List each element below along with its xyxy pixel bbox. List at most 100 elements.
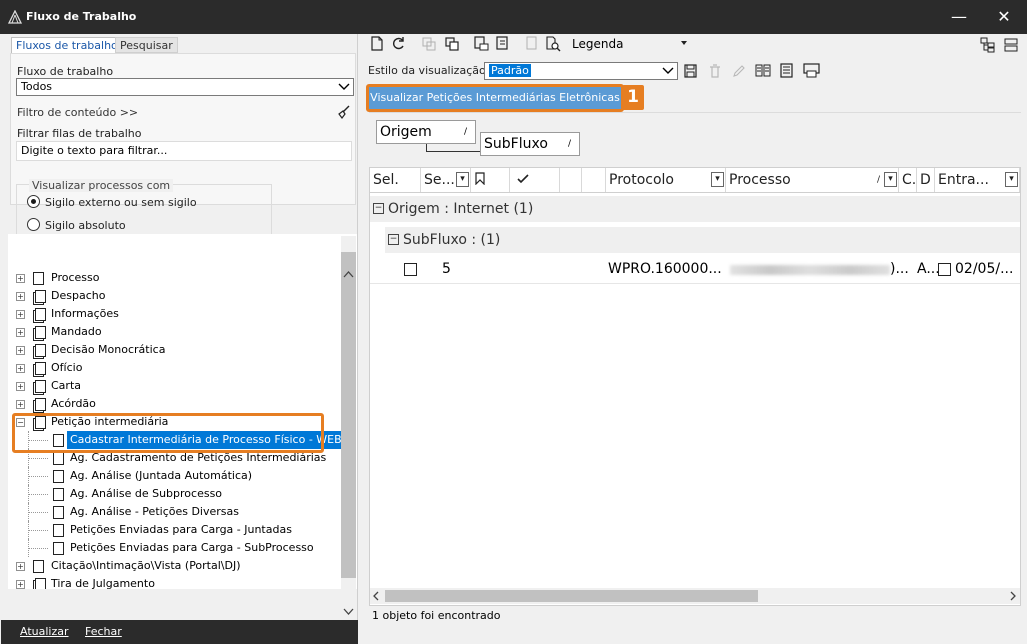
group-row-origem[interactable]: − Origem : Internet (1) (370, 196, 1020, 222)
list-icon[interactable] (780, 63, 793, 78)
tree-item[interactable]: + Acórdão (8, 395, 341, 413)
grid-hscrollbar-thumb[interactable] (385, 590, 758, 602)
scroll-up-icon[interactable] (343, 270, 354, 279)
document-lock-icon[interactable] (474, 36, 489, 51)
queue-document-icon (53, 506, 64, 519)
document-stack-icon (35, 344, 46, 357)
new-document-icon[interactable] (370, 36, 384, 51)
tree-item[interactable]: + Despacho (8, 287, 341, 305)
col-check[interactable] (510, 168, 560, 192)
content-filter-link[interactable]: Filtro de conteúdo >> (17, 106, 138, 119)
row-seq: 5 (442, 261, 451, 277)
radio-absolute-label: Sigilo absoluto (45, 219, 126, 232)
broom-icon[interactable] (337, 105, 351, 119)
close-button[interactable]: Fechar (85, 625, 122, 638)
tab-fluxos[interactable]: Fluxos de trabalho (11, 37, 123, 53)
view-style-select[interactable]: Padrão (484, 62, 678, 80)
workflow-value: Todos (21, 80, 53, 93)
tree-child-item[interactable]: Ag. Análise - Petições Diversas (8, 503, 341, 521)
tree-item[interactable]: + Ofício (8, 359, 341, 377)
tree-item-label: Despacho (51, 289, 106, 302)
expand-node-icon[interactable]: + (16, 382, 25, 391)
row-d-checkbox[interactable] (938, 263, 951, 276)
radio-absolute-sigilo[interactable] (27, 218, 40, 231)
collapse-grid-icon[interactable] (1004, 38, 1018, 52)
filter-dropdown-icon[interactable]: ▾ (884, 172, 897, 187)
col-processo-label: Processo (729, 172, 791, 188)
table-row[interactable]: 5 WPRO.160000... )... A... 02/05/... (370, 256, 1020, 284)
expand-node-icon[interactable]: + (16, 580, 25, 589)
checkmark-icon (517, 174, 529, 184)
expand-node-icon[interactable]: + (16, 562, 25, 571)
group-row-subfluxo[interactable]: − SubFluxo : (1) (385, 227, 1020, 253)
group-origem-chip[interactable]: Origem / (376, 120, 476, 144)
legend-dropdown-icon[interactable] (680, 40, 688, 46)
tree-child-item[interactable]: Ag. Análise de Subprocesso (8, 485, 341, 503)
tree-item[interactable]: + Carta (8, 377, 341, 395)
col-entrada[interactable]: Entra... ▾ (935, 168, 1020, 192)
queue-document-icon (53, 452, 64, 465)
document-stack-icon (35, 578, 46, 589)
expand-grid-icon[interactable] (980, 37, 996, 53)
filter-dropdown-icon[interactable]: ▾ (711, 172, 724, 187)
expand-node-icon[interactable]: + (16, 292, 25, 301)
document-stack-icon (35, 362, 46, 375)
print-icon[interactable] (803, 63, 820, 78)
col-c[interactable]: C. (899, 168, 917, 192)
tree-child-item[interactable]: Petições Enviadas para Carga - SubProces… (8, 539, 341, 557)
filter-dropdown-icon[interactable]: ▾ (1005, 172, 1018, 187)
duplicate-icon[interactable] (445, 37, 459, 51)
col-d[interactable]: D (917, 168, 935, 192)
tree-item[interactable]: + Mandado (8, 323, 341, 341)
tree-connector (28, 476, 48, 477)
group-subfluxo-chip[interactable]: SubFluxo / (480, 132, 580, 156)
tree-item[interactable]: + Informações (8, 305, 341, 323)
expand-node-icon[interactable]: + (16, 310, 25, 319)
expand-node-icon[interactable]: + (16, 328, 25, 337)
tree-scrollbar-thumb[interactable] (341, 252, 356, 578)
expand-node-icon[interactable]: + (16, 274, 25, 283)
document-export-icon[interactable] (496, 36, 511, 51)
tree-item[interactable]: + Citação\Intimação\Vista (Portal\DJ) (8, 557, 341, 575)
collapse-group-icon[interactable]: − (388, 234, 399, 245)
tree-child-item[interactable]: Petições Enviadas para Carga - Juntadas (8, 521, 341, 539)
collapse-group-icon[interactable]: − (373, 203, 384, 214)
sort-icon[interactable]: / (568, 133, 571, 155)
row-processo-redacted (730, 265, 890, 275)
col-processo[interactable]: Processo / ▾ (726, 168, 899, 192)
save-view-icon[interactable] (684, 64, 697, 78)
refresh-icon[interactable] (391, 36, 406, 51)
scroll-left-icon[interactable] (372, 591, 380, 601)
document-stack-icon (35, 380, 46, 393)
expand-node-icon[interactable]: + (16, 400, 25, 409)
col-seq[interactable]: Se... ▾ (421, 168, 471, 192)
tree-item[interactable]: + Tira de Julgamento (8, 575, 341, 589)
col-sel[interactable]: Sel. (370, 168, 421, 192)
tree-item[interactable]: + Processo (8, 269, 341, 287)
workflow-select[interactable]: Todos (16, 78, 354, 96)
col-bookmark[interactable] (471, 168, 510, 192)
col-blank-1 (560, 168, 582, 192)
row-select-checkbox[interactable] (404, 263, 417, 276)
minimize-button[interactable]: — (944, 7, 974, 27)
columns-icon[interactable] (755, 63, 771, 78)
legend-dropdown-label[interactable]: Legenda (572, 37, 623, 51)
sort-icon[interactable]: / (877, 168, 880, 192)
close-window-button[interactable]: ✕ (989, 7, 1019, 27)
expand-node-icon[interactable]: + (16, 364, 25, 373)
scroll-right-icon[interactable] (1009, 591, 1017, 601)
tree-item[interactable]: + Decisão Monocrática (8, 341, 341, 359)
search-document-icon[interactable] (545, 36, 561, 52)
refresh-button[interactable]: Atualizar (20, 625, 69, 638)
radio-external-sigilo[interactable] (27, 195, 40, 208)
sort-icon[interactable]: / (464, 121, 467, 143)
tree-child-item[interactable]: Ag. Análise (Juntada Automática) (8, 467, 341, 485)
col-protocolo[interactable]: Protocolo ▾ (606, 168, 726, 192)
scroll-down-icon[interactable] (343, 607, 354, 616)
filter-dropdown-icon[interactable]: ▾ (456, 172, 469, 187)
filter-queues-input[interactable]: Digite o texto para filtrar... (16, 141, 352, 161)
expand-node-icon[interactable]: + (16, 346, 25, 355)
document-icon (33, 272, 44, 285)
document-stack-icon (35, 398, 46, 411)
tab-pesquisar[interactable]: Pesquisar (115, 37, 178, 53)
